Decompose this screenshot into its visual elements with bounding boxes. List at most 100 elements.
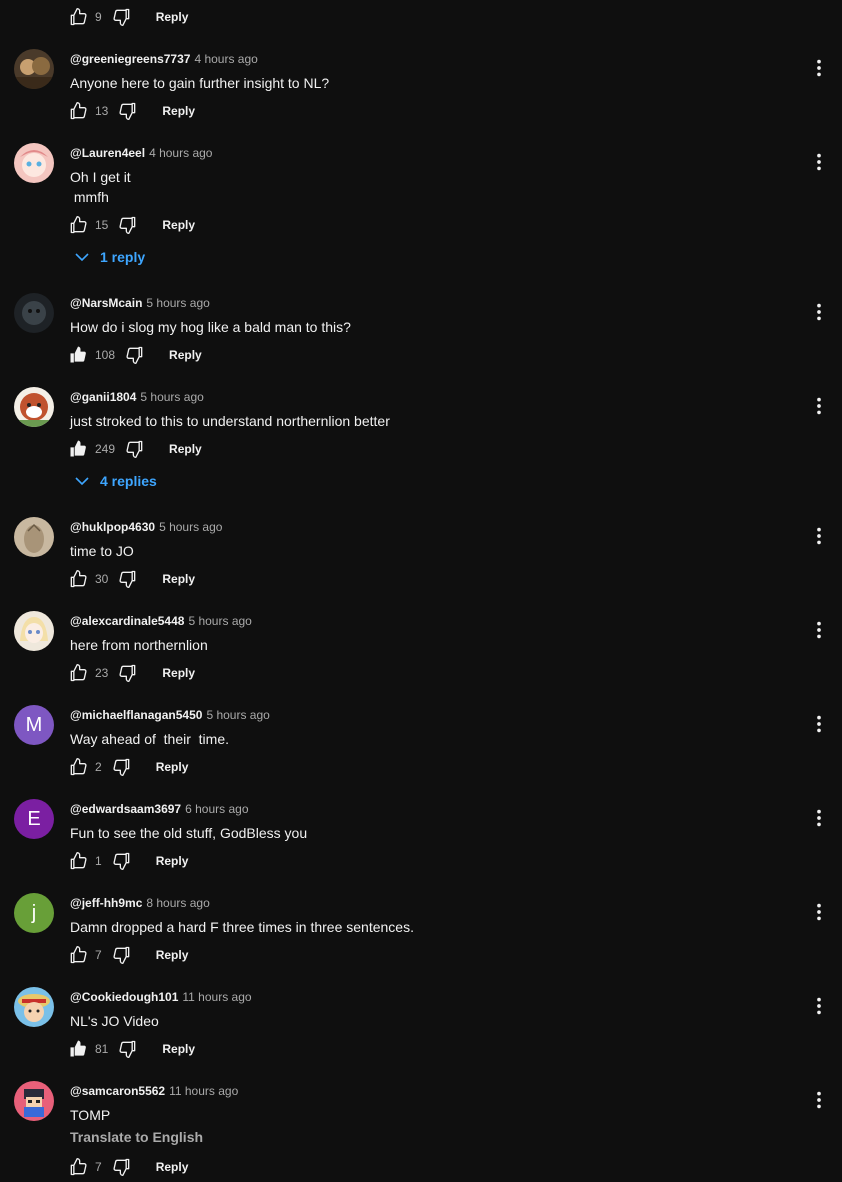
replies-count: 4 replies bbox=[100, 473, 157, 489]
comment-header: @huklpop4630 5 hours ago bbox=[70, 519, 222, 535]
comment-author[interactable]: @edwardsaam3697 bbox=[70, 802, 181, 816]
thumbs-up-icon[interactable] bbox=[68, 851, 88, 871]
thumbs-up-filled-icon[interactable] bbox=[68, 439, 88, 459]
more-vert-icon[interactable] bbox=[808, 395, 830, 417]
comment-text: Way ahead of their time. bbox=[70, 731, 229, 747]
comment-author[interactable]: @greeniegreens7737 bbox=[70, 52, 190, 66]
thumbs-up-icon[interactable] bbox=[68, 757, 88, 777]
thumbs-up-icon[interactable] bbox=[68, 663, 88, 683]
thumbs-down-icon[interactable] bbox=[118, 101, 138, 121]
like-count: 9 bbox=[95, 10, 102, 24]
thumbs-up-icon[interactable] bbox=[68, 215, 88, 235]
comment-author[interactable]: @NarsMcain bbox=[70, 296, 142, 310]
avatar[interactable] bbox=[14, 611, 54, 651]
avatar[interactable]: M bbox=[14, 705, 54, 745]
more-vert-icon[interactable] bbox=[808, 901, 830, 923]
thumbs-down-icon[interactable] bbox=[112, 1157, 132, 1177]
reply-button[interactable]: Reply bbox=[156, 854, 189, 868]
comment-author[interactable]: @samcaron5562 bbox=[70, 1084, 165, 1098]
reply-button[interactable]: Reply bbox=[156, 948, 189, 962]
thumbs-down-icon[interactable] bbox=[118, 1039, 138, 1059]
avatar[interactable]: E bbox=[14, 799, 54, 839]
comment-timestamp[interactable]: 5 hours ago bbox=[146, 296, 209, 310]
thumbs-up-icon[interactable] bbox=[68, 569, 88, 589]
comment-actions: 23 Reply bbox=[68, 663, 195, 683]
comment-timestamp[interactable]: 4 hours ago bbox=[149, 146, 212, 160]
thumbs-down-icon[interactable] bbox=[112, 7, 132, 27]
comment-timestamp[interactable]: 11 hours ago bbox=[169, 1084, 238, 1098]
more-vert-icon[interactable] bbox=[808, 619, 830, 641]
comment-author[interactable]: @Cookiedough101 bbox=[70, 990, 178, 1004]
thumbs-down-icon[interactable] bbox=[112, 851, 132, 871]
comment-timestamp[interactable]: 11 hours ago bbox=[182, 990, 251, 1004]
more-vert-icon[interactable] bbox=[808, 713, 830, 735]
reply-button[interactable]: Reply bbox=[156, 760, 189, 774]
comment-actions: 2 Reply bbox=[68, 757, 188, 777]
comment-text: TOMP bbox=[70, 1107, 111, 1123]
reply-button[interactable]: Reply bbox=[169, 348, 202, 362]
avatar[interactable]: j bbox=[14, 893, 54, 933]
avatar[interactable] bbox=[14, 143, 54, 183]
reply-button[interactable]: Reply bbox=[156, 10, 189, 24]
thumbs-up-filled-icon[interactable] bbox=[68, 345, 88, 365]
reply-button[interactable]: Reply bbox=[162, 1042, 195, 1056]
avatar[interactable] bbox=[14, 293, 54, 333]
comment-timestamp[interactable]: 5 hours ago bbox=[140, 390, 203, 404]
more-vert-icon[interactable] bbox=[808, 807, 830, 829]
reply-button[interactable]: Reply bbox=[162, 572, 195, 586]
comment-header: @NarsMcain 5 hours ago bbox=[70, 295, 210, 311]
thumbs-up-filled-icon[interactable] bbox=[68, 1039, 88, 1059]
avatar[interactable] bbox=[14, 1081, 54, 1121]
avatar[interactable] bbox=[14, 987, 54, 1027]
comment-author[interactable]: @ganii1804 bbox=[70, 390, 136, 404]
comment-text: Damn dropped a hard F three times in thr… bbox=[70, 919, 414, 935]
thumbs-down-icon[interactable] bbox=[118, 569, 138, 589]
comment-author[interactable]: @michaelflanagan5450 bbox=[70, 708, 202, 722]
more-vert-icon[interactable] bbox=[808, 995, 830, 1017]
comment-actions: 9 Reply bbox=[68, 7, 188, 27]
thumbs-down-icon[interactable] bbox=[112, 945, 132, 965]
thumbs-down-icon[interactable] bbox=[118, 663, 138, 683]
thumbs-down-icon[interactable] bbox=[112, 757, 132, 777]
avatar[interactable] bbox=[14, 49, 54, 89]
comment-author[interactable]: @huklpop4630 bbox=[70, 520, 155, 534]
avatar[interactable] bbox=[14, 517, 54, 557]
reply-button[interactable]: Reply bbox=[162, 104, 195, 118]
comment-timestamp[interactable]: 6 hours ago bbox=[185, 802, 248, 816]
comment-author[interactable]: @jeff-hh9mc bbox=[70, 896, 142, 910]
more-vert-icon[interactable] bbox=[808, 57, 830, 79]
reply-button[interactable]: Reply bbox=[169, 442, 202, 456]
more-vert-icon[interactable] bbox=[808, 1089, 830, 1111]
comment-timestamp[interactable]: 5 hours ago bbox=[188, 614, 251, 628]
reply-button[interactable]: Reply bbox=[162, 218, 195, 232]
comment-author[interactable]: @alexcardinale5448 bbox=[70, 614, 184, 628]
view-replies-button[interactable]: 4 replies bbox=[74, 473, 157, 489]
avatar-letter: E bbox=[27, 807, 41, 830]
thumbs-up-icon[interactable] bbox=[68, 7, 88, 27]
comment-timestamp[interactable]: 5 hours ago bbox=[159, 520, 222, 534]
comment-text: time to JO bbox=[70, 543, 134, 559]
chevron-down-icon bbox=[74, 473, 90, 489]
reply-button[interactable]: Reply bbox=[156, 1160, 189, 1174]
comment-timestamp[interactable]: 5 hours ago bbox=[206, 708, 269, 722]
thumbs-down-icon[interactable] bbox=[125, 439, 145, 459]
comment-author[interactable]: @Lauren4eel bbox=[70, 146, 145, 160]
like-count: 30 bbox=[95, 572, 109, 586]
translate-button[interactable]: Translate to English bbox=[70, 1127, 203, 1147]
thumbs-up-icon[interactable] bbox=[68, 1157, 88, 1177]
more-vert-icon[interactable] bbox=[808, 525, 830, 547]
view-replies-button[interactable]: 1 reply bbox=[74, 249, 145, 265]
like-count: 1 bbox=[95, 854, 102, 868]
like-count: 108 bbox=[95, 348, 116, 362]
more-vert-icon[interactable] bbox=[808, 301, 830, 323]
thumbs-up-icon[interactable] bbox=[68, 101, 88, 121]
comment-header: @Lauren4eel 4 hours ago bbox=[70, 145, 212, 161]
comment-timestamp[interactable]: 4 hours ago bbox=[194, 52, 257, 66]
thumbs-up-icon[interactable] bbox=[68, 945, 88, 965]
thumbs-down-icon[interactable] bbox=[118, 215, 138, 235]
avatar[interactable] bbox=[14, 387, 54, 427]
more-vert-icon[interactable] bbox=[808, 151, 830, 173]
thumbs-down-icon[interactable] bbox=[125, 345, 145, 365]
comment-timestamp[interactable]: 8 hours ago bbox=[146, 896, 209, 910]
reply-button[interactable]: Reply bbox=[162, 666, 195, 680]
